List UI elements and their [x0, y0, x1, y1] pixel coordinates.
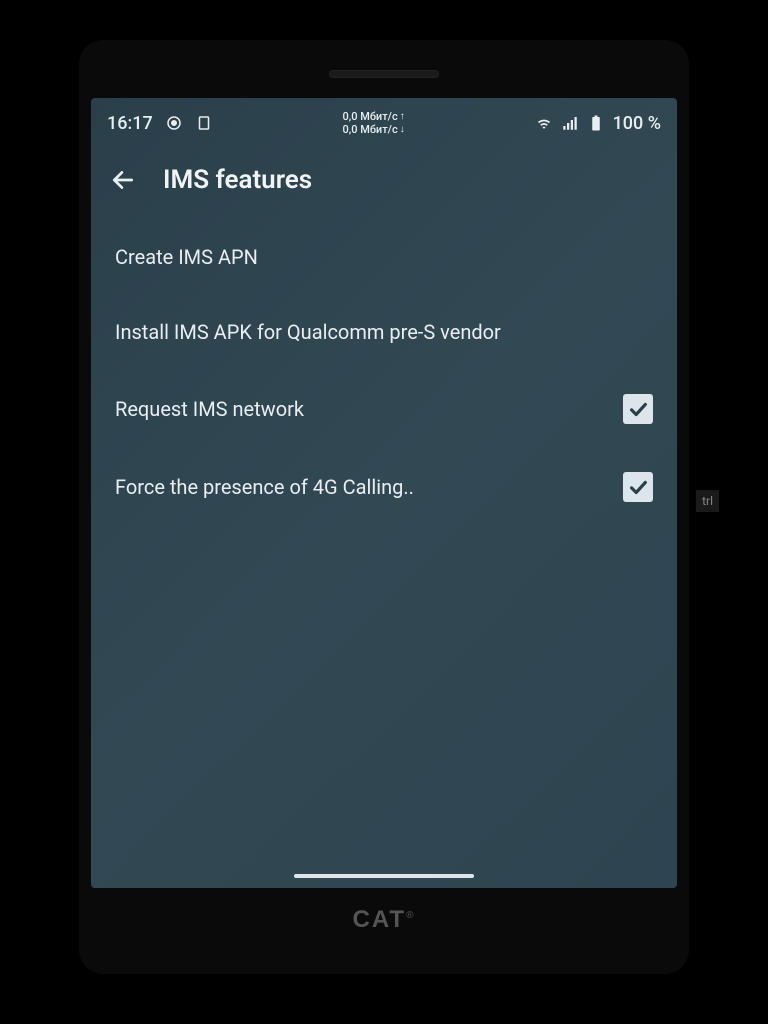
- phone-speaker: [329, 70, 439, 78]
- status-bar: 16:17 0,0 Мбит/с ↑: [91, 98, 677, 144]
- target-icon: [165, 114, 183, 132]
- setting-install-ims-apk[interactable]: Install IMS APK for Qualcomm pre-S vendo…: [111, 295, 657, 370]
- page-title: IMS features: [163, 165, 312, 195]
- arrow-down-icon: ↓: [400, 124, 405, 136]
- settings-list: Create IMS APN Install IMS APK for Qualc…: [91, 220, 677, 526]
- setting-label: Create IMS APN: [115, 244, 274, 271]
- network-speed: 0,0 Мбит/с ↑ 0,0 Мбит/с ↓: [343, 110, 405, 136]
- back-button[interactable]: [107, 164, 139, 196]
- phone-frame: 16:17 0,0 Мбит/с ↑: [79, 40, 689, 974]
- card-icon: [195, 114, 213, 132]
- app-bar: IMS features: [91, 144, 677, 220]
- phone-screen: 16:17 0,0 Мбит/с ↑: [91, 98, 677, 888]
- setting-force-4g-calling[interactable]: Force the presence of 4G Calling..: [111, 448, 657, 526]
- status-left: 16:17: [107, 113, 213, 134]
- setting-label: Request IMS network: [115, 396, 320, 423]
- net-up-label: 0,0 Мбит/с: [343, 110, 398, 123]
- status-right: 100 %: [535, 113, 661, 134]
- setting-label: Install IMS APK for Qualcomm pre-S vendo…: [115, 319, 517, 346]
- setting-request-ims-network[interactable]: Request IMS network: [111, 370, 657, 448]
- arrow-up-icon: ↑: [400, 111, 405, 123]
- nav-home-indicator[interactable]: [294, 874, 474, 878]
- signal-icon: [561, 114, 579, 132]
- net-down-label: 0,0 Мбит/с: [343, 123, 398, 136]
- status-time: 16:17: [107, 113, 153, 134]
- checkbox-checked[interactable]: [623, 394, 653, 424]
- setting-create-ims-apn[interactable]: Create IMS APN: [111, 220, 657, 295]
- brand-logo: CAT®: [91, 906, 677, 934]
- checkbox-checked[interactable]: [623, 472, 653, 502]
- side-label: trl: [696, 490, 719, 512]
- battery-icon: [587, 114, 605, 132]
- battery-percent: 100 %: [613, 113, 661, 134]
- setting-label: Force the presence of 4G Calling..: [115, 474, 430, 501]
- wifi-icon: [535, 114, 553, 132]
